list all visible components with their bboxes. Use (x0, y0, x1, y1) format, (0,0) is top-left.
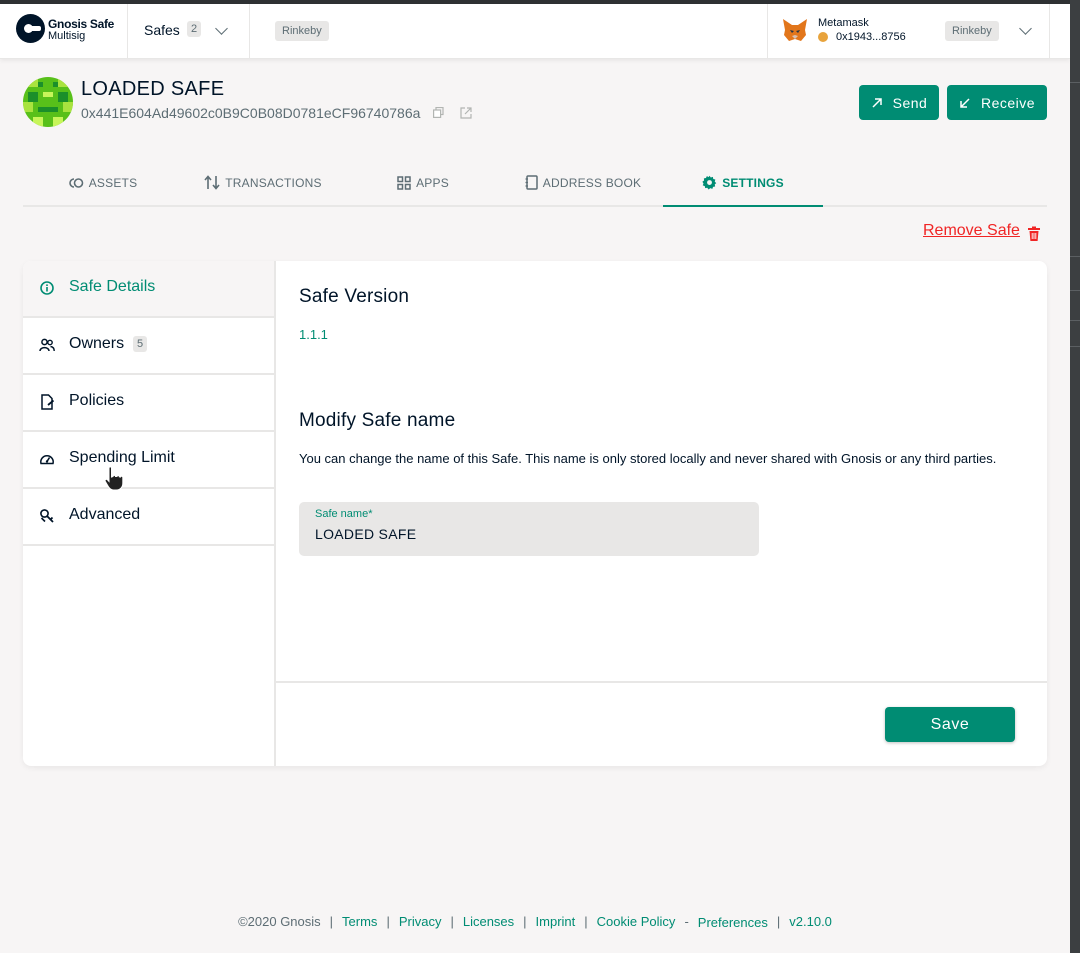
modify-name-description: You can change the name of this Safe. Th… (299, 451, 997, 466)
arrow-down-left-icon (960, 97, 970, 108)
owners-count-badge: 5 (133, 336, 148, 352)
sidebar-item-owners[interactable]: Owners 5 (23, 318, 274, 375)
footer-licenses-link[interactable]: Licenses (463, 914, 514, 929)
gnosis-logo-icon (16, 14, 45, 43)
network-badge: Rinkeby (275, 21, 329, 41)
top-header: Gnosis Safe Multisig Safes 2 Rinkeby Met… (0, 4, 1070, 59)
hand-cursor-icon (104, 466, 124, 491)
logo-subtitle: Multisig (48, 30, 86, 42)
sidebar-item-safe-details[interactable]: Safe Details (23, 261, 274, 318)
tab-transactions[interactable]: TRANSACTIONS (183, 160, 343, 205)
settings-icon (702, 175, 717, 190)
logo-title: Gnosis Safe (48, 17, 115, 31)
settings-panel: Safe Details Owners 5 Policies Spending … (23, 261, 1047, 766)
receive-button[interactable]: Receive (947, 85, 1047, 120)
tab-settings[interactable]: SETTINGS (663, 160, 823, 207)
main-tabs: ASSETS TRANSACTIONS APPS ADDRESS BOOK SE… (23, 160, 1047, 207)
tab-label: ADDRESS BOOK (542, 175, 642, 190)
sidebar-item-policies[interactable]: Policies (23, 375, 274, 432)
tab-address-book[interactable]: ADDRESS BOOK (503, 160, 663, 205)
safes-label: Safes (144, 22, 180, 38)
send-label: Send (892, 94, 928, 111)
metamask-fox-icon (783, 19, 807, 41)
logo[interactable]: Gnosis Safe Multisig (0, 4, 128, 58)
footer-privacy-link[interactable]: Privacy (399, 914, 442, 929)
footer-terms-link[interactable]: Terms (342, 914, 377, 929)
safes-selector[interactable]: Safes 2 (128, 4, 250, 58)
chevron-down-icon (215, 22, 228, 35)
tab-label: SETTINGS (722, 175, 784, 190)
tab-apps[interactable]: APPS (343, 160, 503, 205)
browser-scrollbar-edge (1070, 0, 1080, 953)
wallet-address: 0x1943...8756 (836, 31, 906, 43)
tab-label: TRANSACTIONS (225, 175, 322, 190)
footer-cookie-policy-link[interactable]: Cookie Policy (597, 914, 676, 929)
wallet-network-badge: Rinkeby (945, 21, 999, 41)
safe-identicon (23, 77, 73, 127)
modify-name-heading: Modify Safe name (299, 410, 456, 431)
footer-divider (276, 681, 1047, 683)
settings-sidebar: Safe Details Owners 5 Policies Spending … (23, 261, 276, 766)
wallet-provider-name: Metamask (818, 17, 869, 29)
sidebar-item-label: Advanced (69, 506, 141, 523)
network-section: Rinkeby (250, 4, 768, 58)
safe-name-input[interactable] (315, 526, 735, 542)
apps-icon (397, 175, 411, 190)
sidebar-item-label: Spending Limit (69, 449, 175, 466)
footer-imprint-link[interactable]: Imprint (536, 914, 576, 929)
safe-version-value: 1.1.1 (299, 327, 328, 342)
receive-label: Receive (980, 94, 1036, 111)
send-button[interactable]: Send (859, 85, 939, 120)
sidebar-item-label: Safe Details (69, 278, 156, 295)
sidebar-item-label: Policies (69, 392, 125, 409)
safe-name: LOADED SAFE (81, 78, 225, 100)
advanced-icon (40, 509, 54, 523)
assets-icon (68, 177, 84, 188)
transactions-icon (204, 175, 220, 190)
remove-safe-link[interactable]: Remove Safe (923, 222, 1020, 240)
wallet-section[interactable]: Metamask 0x1943...8756 Rinkeby (768, 4, 1050, 58)
policies-icon (41, 394, 55, 410)
owners-icon (39, 338, 55, 352)
wallet-chevron-down-icon (1019, 22, 1032, 35)
tab-label: ASSETS (88, 175, 138, 190)
footer-version-link[interactable]: v2.10.0 (789, 914, 832, 929)
app-root: Gnosis Safe Multisig Safes 2 Rinkeby Met… (0, 0, 1070, 953)
save-button[interactable]: Save (885, 707, 1015, 742)
sidebar-item-spending-limit[interactable]: Spending Limit (23, 432, 274, 489)
footer: ©2020 Gnosis | Terms | Privacy | Licenses | Impr… (238, 914, 832, 930)
footer-copyright: ©2020 Gnosis (238, 914, 321, 929)
address-book-icon (525, 175, 538, 190)
external-link-icon[interactable] (460, 107, 472, 119)
copy-icon[interactable] (433, 107, 444, 118)
tab-label: APPS (416, 175, 449, 190)
sidebar-item-label: Owners (69, 335, 125, 352)
arrow-up-right-icon (872, 97, 882, 108)
tab-assets[interactable]: ASSETS (23, 160, 183, 205)
safe-name-field[interactable]: Safe name* (299, 502, 759, 556)
safe-details-content: Safe Version 1.1.1 Modify Safe name You … (276, 261, 1047, 766)
footer-preferences-link[interactable]: Preferences (698, 915, 768, 930)
trash-icon[interactable] (1027, 226, 1041, 242)
sidebar-item-advanced[interactable]: Advanced (23, 489, 274, 546)
safe-address: 0x441E604Ad49602c0B9C0B08D0781eCF9674078… (81, 105, 421, 121)
safes-count-badge: 2 (187, 21, 202, 37)
safe-version-heading: Safe Version (299, 286, 410, 307)
safe-name-label: Safe name* (315, 508, 373, 520)
spending-limit-icon (40, 455, 54, 465)
wallet-identicon (818, 32, 828, 42)
info-icon (40, 281, 54, 295)
